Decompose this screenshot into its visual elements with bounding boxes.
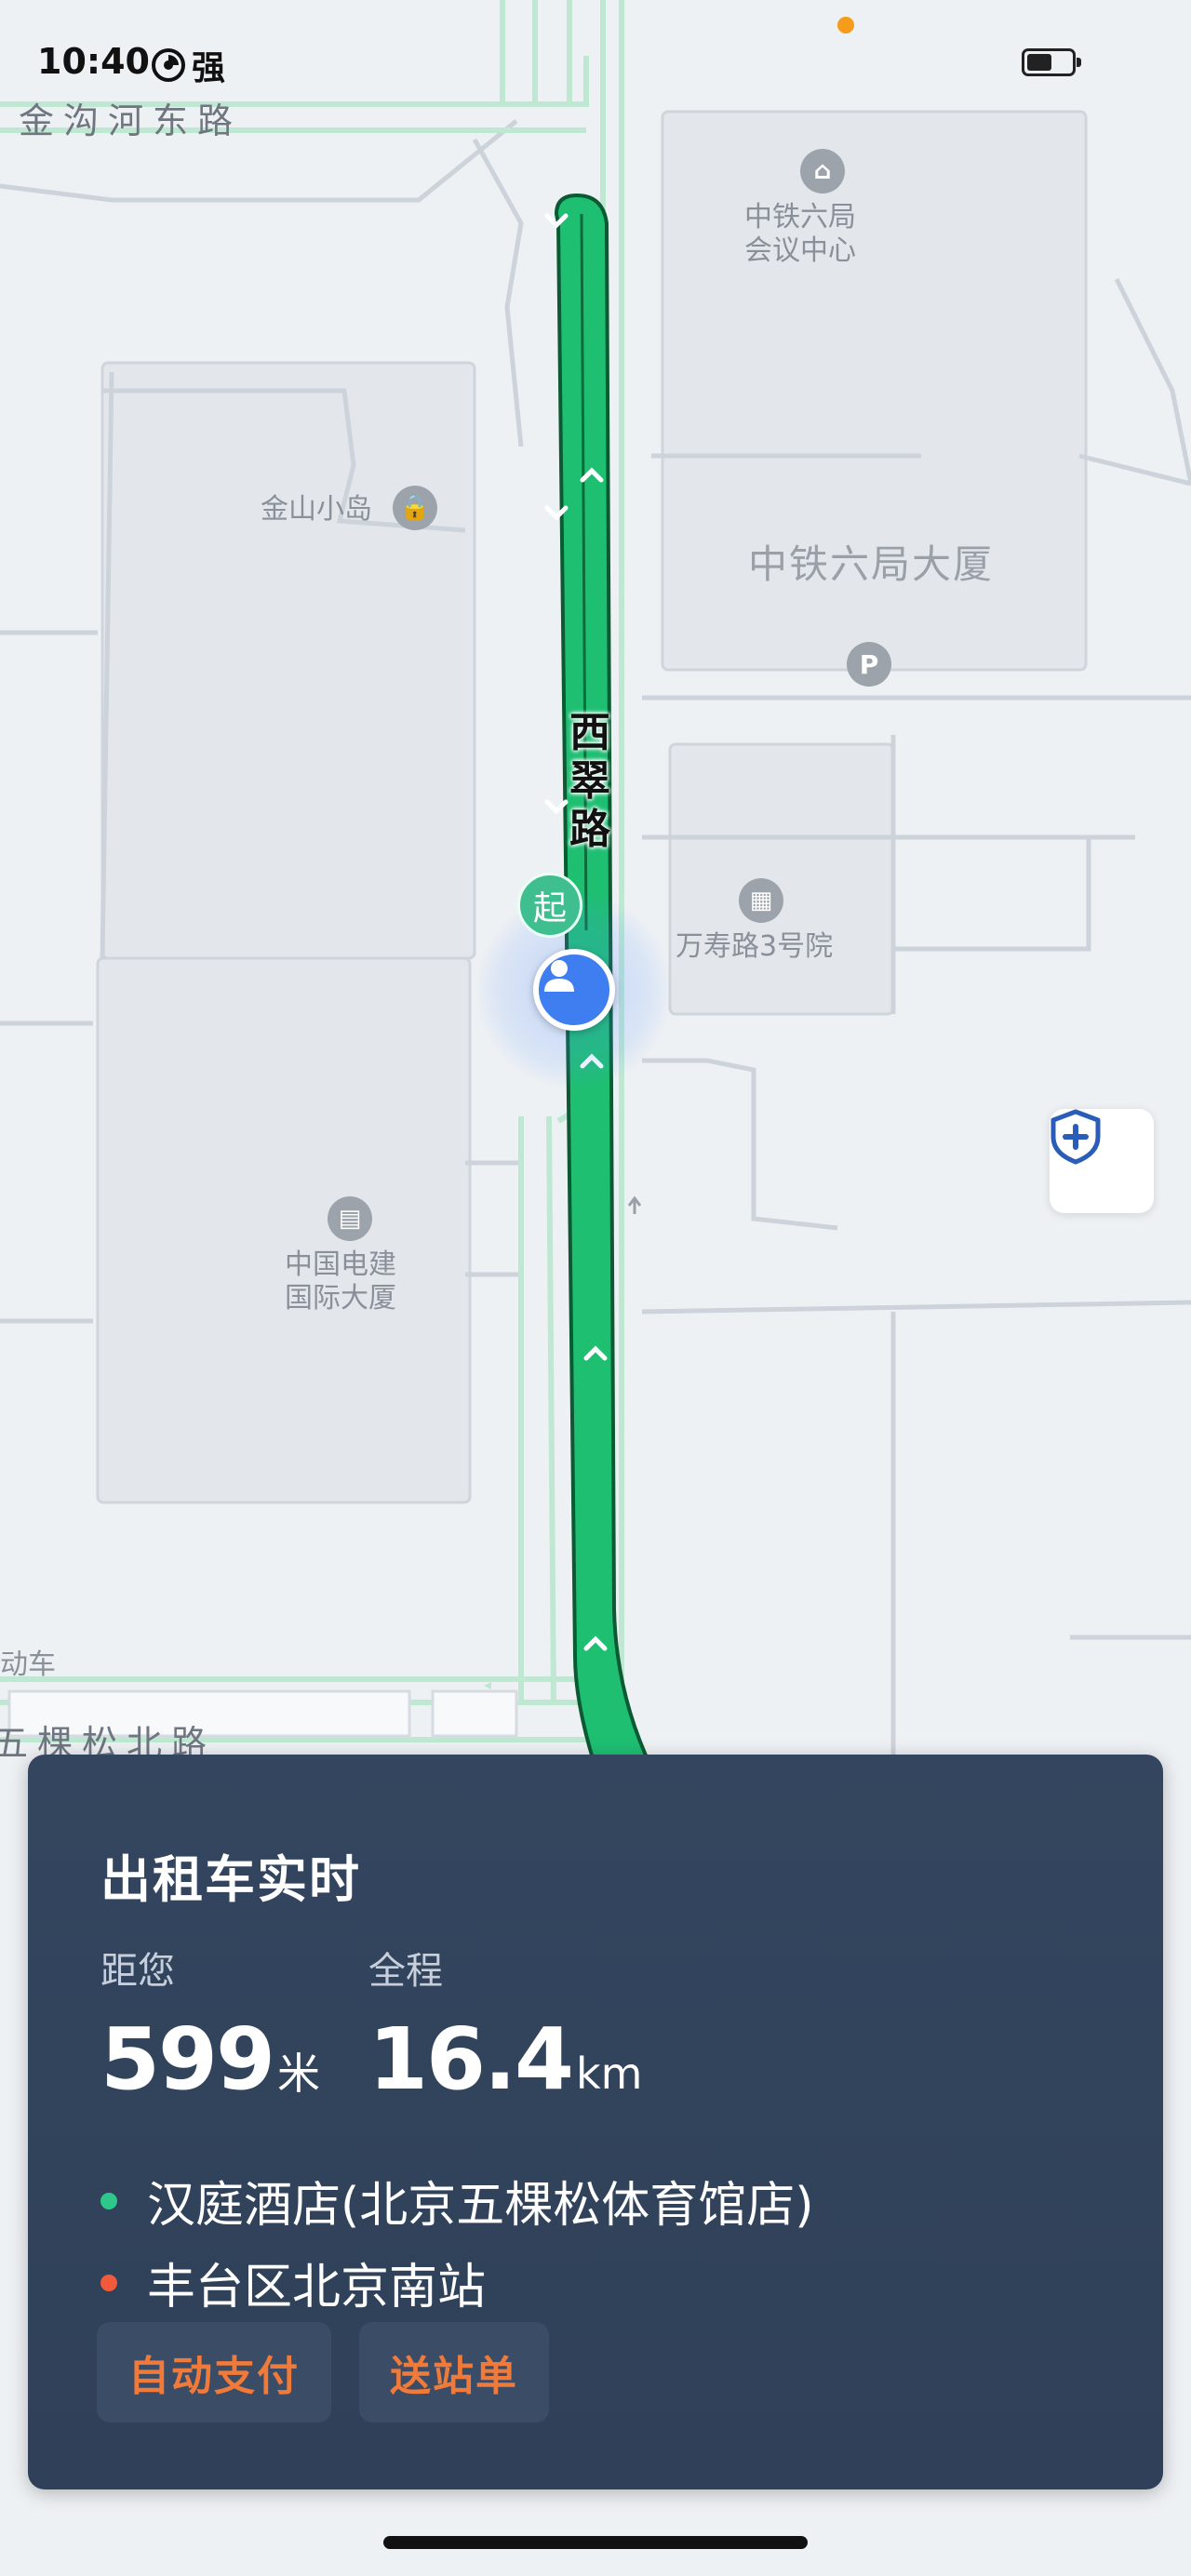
- lock-icon: 🔒: [393, 486, 437, 530]
- start-marker[interactable]: 起: [517, 873, 582, 938]
- total-label: 全程: [368, 1950, 443, 1993]
- auto-pay-chip[interactable]: 自动支付: [97, 2322, 331, 2423]
- destination-dot-icon: [100, 2274, 117, 2291]
- map-canvas: [0, 0, 1191, 1768]
- government-building-icon: ⌂: [800, 149, 845, 194]
- poi-wanshou-yard[interactable]: 万寿路3号院: [676, 930, 833, 964]
- person-icon: [544, 960, 574, 992]
- total-value: 16.4: [368, 2009, 574, 2109]
- origin-stop: 汉庭酒店(北京五棵松体育馆店): [100, 2166, 814, 2236]
- card-title: 出租车实时: [100, 1850, 361, 1909]
- status-bar: 10:40 强: [0, 0, 1191, 112]
- poi-partial-left: 动车: [0, 1648, 56, 1681]
- distance-value: 599: [100, 2009, 275, 2109]
- safety-shield-button[interactable]: [1050, 1109, 1154, 1213]
- privacy-indicator-dot: [837, 17, 854, 33]
- battery-icon: [1022, 48, 1081, 76]
- signal-label: 强: [192, 49, 226, 87]
- status-time: 10:40: [37, 41, 150, 82]
- poi-conference-center[interactable]: 中铁六局 会议中心: [744, 201, 856, 268]
- signal-swirl-icon: [152, 48, 185, 82]
- station-order-chip[interactable]: 送站单: [359, 2322, 549, 2423]
- destination-stop: 丰台区北京南站: [100, 2248, 486, 2317]
- poi-powerchina[interactable]: 中国电建 国际大厦: [285, 1248, 396, 1315]
- residential-building-icon: ▦: [739, 878, 783, 923]
- parking-icon[interactable]: P: [847, 642, 891, 687]
- office-building-icon: ▤: [328, 1196, 372, 1241]
- poi-crcc6-building[interactable]: 中铁六局大厦: [748, 541, 994, 588]
- shield-plus-icon: [1050, 1109, 1101, 1165]
- distance-label: 距您: [100, 1950, 175, 1993]
- poi-jinshan-island[interactable]: 金山小岛: [261, 493, 372, 527]
- destination-label: 丰台区北京南站: [147, 2260, 487, 2316]
- total-unit: km: [576, 2049, 643, 2099]
- total-distance: 全程 16.4 km: [368, 1941, 642, 2102]
- distance-unit: 米: [277, 2049, 321, 2099]
- trip-status-card: 出租车实时 距您 599 米 全程 16.4 km 汉庭酒店(北京五棵松体育馆店…: [28, 1755, 1163, 2489]
- origin-dot-icon: [100, 2192, 117, 2209]
- distance-to-you: 距您 599 米: [100, 1941, 320, 2102]
- origin-label: 汉庭酒店(北京五棵松体育馆店): [147, 2178, 814, 2234]
- user-location-marker[interactable]: [533, 949, 615, 1031]
- signal-indicator: 强: [151, 41, 225, 89]
- home-indicator[interactable]: [383, 2536, 808, 2549]
- main-road-label: 西翠路: [569, 709, 610, 853]
